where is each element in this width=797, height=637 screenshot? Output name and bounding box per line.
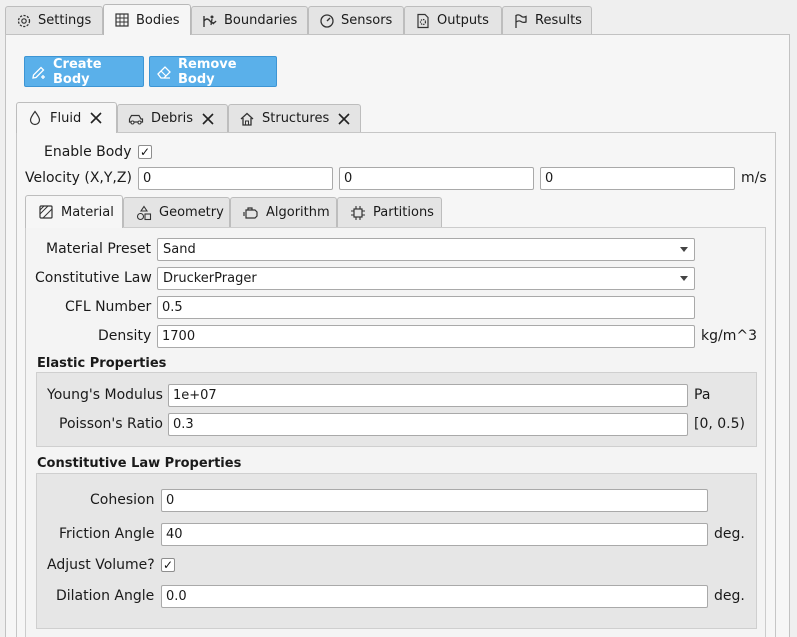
tab-outputs[interactable]: Outputs [404, 6, 502, 34]
adjust-volume-checkbox[interactable]: ✓ [161, 558, 175, 572]
tab-settings[interactable]: Settings [5, 6, 103, 34]
house-icon [239, 111, 255, 127]
close-tab-icon[interactable] [200, 111, 216, 127]
density-unit: kg/m^3 [701, 328, 757, 344]
velocity-label: Velocity (X,Y,Z) [25, 170, 132, 186]
tab-label: Debris [151, 111, 193, 126]
velocity-unit: m/s [741, 170, 767, 186]
tab-label: Settings [38, 13, 92, 28]
tab-fluid[interactable]: Fluid [16, 102, 117, 133]
tab-label: Structures [262, 111, 330, 126]
enable-body-label: Enable Body [44, 144, 132, 160]
density-label: Density [98, 328, 152, 344]
tab-label: Bodies [136, 12, 180, 28]
tab-material[interactable]: Material [25, 195, 123, 228]
poissons-ratio-label: Poisson's Ratio [59, 416, 163, 432]
gauge-icon [319, 13, 335, 29]
friction-angle-input[interactable]: 40 [161, 523, 708, 546]
create-body-label: Create Body [53, 56, 102, 87]
material-icon [38, 204, 54, 220]
tab-label: Outputs [437, 13, 489, 28]
dilation-angle-label: Dilation Angle [56, 588, 155, 604]
tab-label: Fluid [50, 110, 82, 126]
tab-structures[interactable]: Structures [228, 104, 361, 132]
dilation-angle-input[interactable]: 0.0 [161, 585, 708, 608]
constitutive-law-properties-title: Constitutive Law Properties [37, 456, 242, 471]
dilation-angle-unit: deg. [714, 588, 745, 604]
poissons-ratio-range: [0, 0.5) [694, 416, 745, 432]
remove-body-label: Remove Body [178, 56, 237, 87]
poissons-ratio-input[interactable]: 0.3 [168, 413, 688, 436]
create-body-button[interactable]: Create Body [24, 56, 144, 87]
checkmark-icon: ✓ [162, 558, 174, 572]
tab-label: Algorithm [266, 205, 330, 220]
tab-bodies[interactable]: Bodies [103, 4, 191, 35]
cfl-number-input[interactable]: 0.5 [157, 296, 695, 319]
grid-cube-icon [114, 12, 130, 28]
material-preset-value: Sand [163, 242, 196, 257]
tab-sensors[interactable]: Sensors [308, 6, 404, 34]
engine-icon [243, 205, 259, 221]
youngs-modulus-unit: Pa [694, 387, 711, 403]
youngs-modulus-label: Young's Modulus [47, 387, 163, 403]
enable-body-checkbox[interactable]: ✓ [138, 145, 152, 159]
tab-label: Sensors [341, 13, 393, 28]
tab-label: Material [61, 204, 114, 220]
close-tab-icon[interactable] [88, 110, 104, 126]
flag-icon [513, 13, 529, 29]
gear-icon [16, 13, 32, 29]
wave-figure-icon [202, 13, 218, 29]
chevron-down-icon [680, 247, 688, 252]
file-gear-icon [415, 13, 431, 29]
material-preset-label: Material Preset [46, 241, 151, 257]
friction-angle-unit: deg. [714, 526, 745, 542]
checkmark-icon: ✓ [139, 145, 151, 159]
chip-icon [350, 205, 366, 221]
material-preset-select[interactable]: Sand [157, 238, 695, 261]
velocity-y-input[interactable]: 0 [339, 167, 534, 190]
constitutive-law-label: Constitutive Law [35, 270, 152, 286]
constitutive-law-select[interactable]: DruckerPrager [157, 267, 695, 290]
eraser-icon [156, 64, 172, 80]
car-icon [128, 111, 144, 127]
droplet-icon [27, 110, 43, 126]
chevron-down-icon [680, 276, 688, 281]
friction-angle-label: Friction Angle [59, 526, 155, 542]
shapes-icon [136, 205, 152, 221]
remove-body-button[interactable]: Remove Body [149, 56, 277, 87]
cohesion-input[interactable]: 0 [161, 489, 708, 512]
tab-boundaries[interactable]: Boundaries [191, 6, 308, 34]
close-tab-icon[interactable] [336, 111, 352, 127]
velocity-z-input[interactable]: 0 [540, 167, 735, 190]
tab-geometry[interactable]: Geometry [123, 197, 230, 227]
density-input[interactable]: 1700 [157, 325, 695, 348]
tab-label: Partitions [373, 205, 434, 220]
cohesion-label: Cohesion [90, 492, 155, 508]
tab-partitions[interactable]: Partitions [337, 197, 442, 227]
pencil-plus-icon [31, 64, 47, 80]
elastic-properties-title: Elastic Properties [37, 356, 167, 371]
tab-label: Geometry [159, 205, 224, 220]
tab-results[interactable]: Results [502, 6, 592, 34]
tab-label: Boundaries [224, 13, 298, 28]
tab-debris[interactable]: Debris [117, 104, 228, 132]
youngs-modulus-input[interactable]: 1e+07 [168, 384, 688, 407]
tab-algorithm[interactable]: Algorithm [230, 197, 337, 227]
constitutive-law-value: DruckerPrager [163, 271, 257, 286]
tab-label: Results [535, 13, 582, 28]
cfl-number-label: CFL Number [65, 299, 152, 315]
adjust-volume-label: Adjust Volume? [47, 557, 155, 573]
velocity-x-input[interactable]: 0 [138, 167, 333, 190]
